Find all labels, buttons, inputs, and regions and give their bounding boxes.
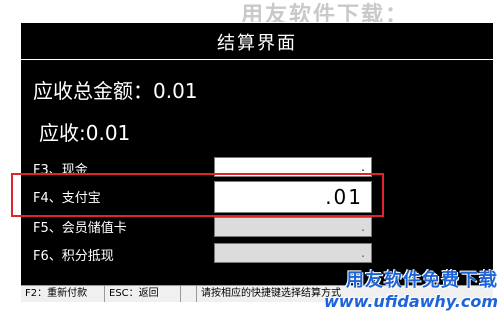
alipay-highlight-box xyxy=(11,173,384,217)
amount-due-label: 应收:0.01 xyxy=(39,121,131,145)
site-logo-watermark: 用友软件免费下载 www.ufidawhy.com xyxy=(318,266,498,318)
settlement-window: 结算界面 应收总金额：0.01 应收:0.01 F3、现金 . F4、支付宝 .… xyxy=(11,22,494,302)
points-amount-input: . xyxy=(214,243,372,263)
title-divider xyxy=(21,59,493,60)
total-amount-label: 应收总金额：0.01 xyxy=(33,79,198,103)
payment-label-points: F6、积分抵现 xyxy=(33,249,114,264)
status-reset-payment: F2：重新付款 xyxy=(21,286,105,302)
status-empty-cell xyxy=(181,286,197,302)
window-title: 结算界面 xyxy=(217,33,297,54)
watermark-line1: 用友软件免费下载 xyxy=(346,270,498,291)
payment-label-member-card: F5、会员储值卡 xyxy=(33,221,127,236)
status-escape-return: ESC：返回 xyxy=(105,286,181,302)
member-card-amount-input: . xyxy=(214,217,372,237)
watermark-line2: www.ufidawhy.com xyxy=(324,292,498,311)
